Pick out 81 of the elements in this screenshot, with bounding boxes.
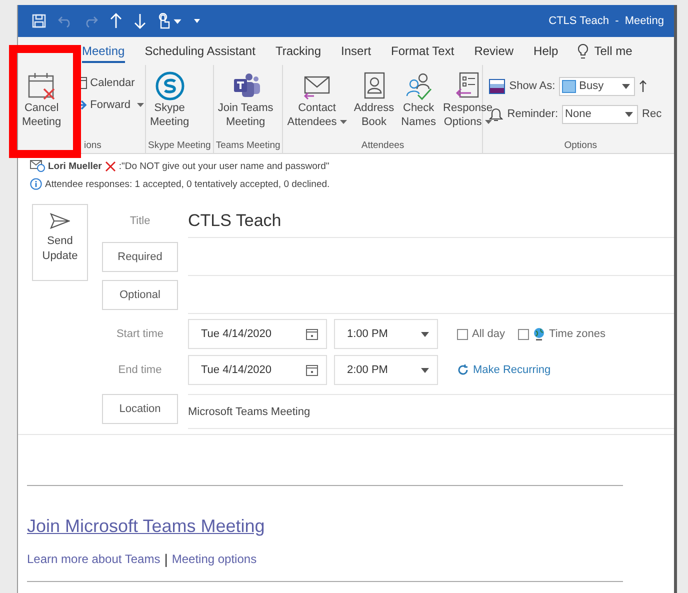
down-arrow-icon[interactable] <box>134 13 146 29</box>
ribbon-button[interactable]: Rec <box>642 108 662 120</box>
date-picker[interactable]: Tue 4/14/2020 <box>188 355 327 385</box>
sender-name: Lori Mueller <box>48 160 102 172</box>
checkbox-label: All day <box>472 328 506 340</box>
field-label: End time <box>117 364 163 376</box>
info-icon <box>30 178 42 190</box>
ribbon-tab[interactable]: Insert <box>341 40 372 62</box>
join-meeting-link[interactable]: Join Microsoft Teams Meeting <box>27 516 265 537</box>
date-picker[interactable]: Tue 4/14/2020 <box>188 319 327 349</box>
ribbon-tab[interactable]: Format Text <box>391 40 454 62</box>
ribbon-button[interactable]: Calendar <box>74 77 146 89</box>
calendar-cancel-icon <box>26 71 57 101</box>
window-title: CTLS Teach - Meeting <box>548 15 664 27</box>
field-label: Title <box>128 215 152 227</box>
calendar-icon <box>306 364 318 376</box>
title-field[interactable]: CTLS Teach <box>188 210 282 230</box>
location-field[interactable]: Microsoft Teams Meeting <box>188 406 310 418</box>
ribbon-button[interactable]: Forward <box>74 99 146 111</box>
notice-text: :"Do NOT give out your user name and password" <box>118 160 330 172</box>
checkbox[interactable] <box>518 328 530 340</box>
checkbox-label: Time zones <box>549 328 606 340</box>
ribbon-button[interactable]: Join Teams Meeting <box>216 69 276 131</box>
ribbon-tab[interactable]: Review <box>474 40 514 62</box>
ribbon-button[interactable]: Cancel Meeting <box>20 69 64 131</box>
ribbon-tab[interactable]: Scheduling Assistant <box>144 40 256 62</box>
lightbulb-icon <box>578 44 588 58</box>
check-names-icon <box>404 71 434 101</box>
dropdown-arrow-icon <box>625 112 634 116</box>
caret-icon <box>340 120 347 124</box>
skype-icon <box>154 71 185 101</box>
learn-more-link[interactable]: Learn more about Teams <box>27 552 160 566</box>
meeting-options-link[interactable]: Meeting options <box>172 552 257 566</box>
ribbon-button[interactable]: Check Names <box>399 69 438 131</box>
calendar-icon <box>306 328 318 340</box>
up-arrow-icon[interactable] <box>110 13 122 29</box>
ribbon-tab[interactable]: Help <box>534 40 558 62</box>
time-dropdown[interactable]: 2:00 PM <box>334 355 438 385</box>
recurring-icon <box>457 364 469 376</box>
link-separator: | <box>164 551 168 567</box>
dropdown-arrow-icon <box>622 84 630 88</box>
reminder-label: Reminder: <box>507 108 558 120</box>
ribbon-button[interactable]: Response Options <box>441 69 495 131</box>
location-button[interactable]: Location <box>102 394 178 424</box>
touch-mode-icon[interactable] <box>158 13 182 29</box>
group-label: Attendees <box>360 140 406 151</box>
show-as-icon <box>489 78 506 94</box>
tell-me-field[interactable]: Tell me <box>594 40 632 62</box>
globe-icon <box>533 327 546 341</box>
group-label: Skype Meeting <box>148 140 211 151</box>
show-as-dropdown[interactable]: Busy <box>559 76 636 96</box>
checkbox[interactable] <box>457 328 468 340</box>
redo-icon[interactable] <box>84 14 98 28</box>
ribbon-button[interactable]: Contact Attendees <box>285 69 349 131</box>
group-label: ions <box>83 140 102 151</box>
show-as-label: Show As: <box>509 80 556 92</box>
send-icon <box>50 213 70 229</box>
optional-button[interactable]: Optional <box>102 280 178 310</box>
ribbon-button[interactable]: Address Book <box>352 69 396 131</box>
group-label: Options <box>563 140 598 151</box>
save-icon[interactable] <box>32 14 46 28</box>
ribbon-tab[interactable]: Meeting <box>82 40 125 62</box>
cross-icon <box>104 160 116 172</box>
arrow-icon <box>639 80 648 92</box>
time-dropdown[interactable]: 1:00 PM <box>334 319 438 349</box>
group-label: Teams Meeting <box>216 140 280 151</box>
dropdown-arrow-icon <box>421 332 429 336</box>
reminder-dropdown[interactable]: None <box>562 104 638 124</box>
caret-icon <box>136 103 144 107</box>
dropdown-arrow-icon <box>421 368 429 372</box>
ribbon-button[interactable]: Skype Meeting <box>148 69 192 131</box>
field-label: Start time <box>115 328 165 340</box>
notice-text: Attendee responses: 1 accepted, 0 tentatively accepted, 0 declined. <box>45 178 330 190</box>
make-recurring-button[interactable]: Make Recurring <box>457 364 551 376</box>
ribbon-tab[interactable]: Tracking <box>275 40 322 62</box>
mail-info-icon <box>30 160 45 172</box>
caret-icon <box>484 120 492 124</box>
send-update-button[interactable]: Send Update <box>32 204 88 281</box>
required-button[interactable]: Required <box>102 242 178 272</box>
undo-icon[interactable] <box>58 14 72 28</box>
customize-dropdown-icon[interactable] <box>194 18 200 24</box>
